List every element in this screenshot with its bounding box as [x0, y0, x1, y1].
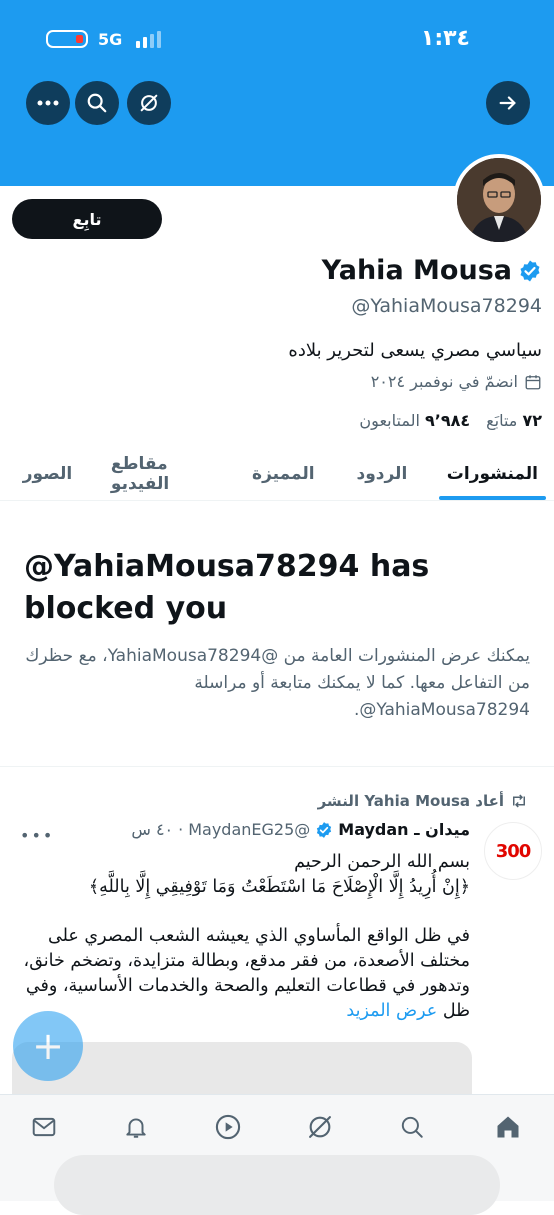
- search-button[interactable]: [75, 81, 119, 125]
- profile-name-row: Yahia Mousa: [322, 255, 542, 286]
- tab-replies[interactable]: الردود: [333, 448, 431, 500]
- status-time: ١:٣٤: [420, 26, 470, 51]
- nav-search[interactable]: [390, 1109, 434, 1145]
- nav-videos[interactable]: [206, 1109, 250, 1145]
- nav-messages[interactable]: [22, 1109, 66, 1145]
- grok-button[interactable]: [127, 81, 171, 125]
- nav-home[interactable]: [486, 1109, 530, 1145]
- followers-count: ٩٬٩٨٤: [424, 411, 471, 430]
- joined-date: انضمّ في نوفمبر ٢٠٢٤: [371, 372, 542, 391]
- follow-button[interactable]: تابِع: [12, 199, 162, 239]
- profile-tabs: المنشورات الردود المميزة مقاطع الفيديو ا…: [0, 448, 554, 501]
- grok-icon: [140, 94, 158, 112]
- post-more-icon[interactable]: •••: [20, 826, 54, 845]
- mail-icon: [32, 1117, 56, 1137]
- following-link[interactable]: ٧٢ متابَع: [486, 411, 542, 430]
- post-author-avatar[interactable]: 300: [484, 822, 542, 880]
- post-line-1: بسم الله الرحمن الرحيم: [294, 852, 470, 872]
- post-line-2: ﴿إِنْ أُرِيدُ إِلَّا الْإِصْلَاحَ مَا اس…: [88, 877, 470, 897]
- profile-handle: @YahiaMousa78294: [351, 295, 542, 317]
- nav-grok[interactable]: [298, 1109, 342, 1145]
- tab-photos[interactable]: الصور: [0, 448, 95, 500]
- network-label: 5G: [98, 30, 123, 49]
- verified-badge-icon: [520, 260, 540, 281]
- status-bar: 5G ١:٣٤: [0, 22, 554, 56]
- retweet-text: أعاد Yahia Mousa النشر: [317, 792, 504, 810]
- more-icon: [37, 100, 59, 106]
- post-time: ٤٠ س: [131, 820, 174, 839]
- joined-text: انضمّ في نوفمبر ٢٠٢٤: [370, 372, 518, 391]
- post-body: بسم الله الرحمن الرحيم ﴿إِنْ أُرِيدُ إِل…: [22, 850, 470, 1024]
- post-header: ميدان ـ Maydan @MaydanEG25 · ٤٠ س: [131, 820, 470, 839]
- arrow-right-icon: [499, 96, 516, 110]
- profile-bio: سياسي مصري يسعى لتحرير بلاده: [288, 340, 542, 361]
- follow-counts: ٧٢ متابَع ٩٬٩٨٤ المتابعون: [359, 411, 542, 430]
- calendar-icon: [525, 374, 541, 389]
- avatar-photo: [457, 158, 541, 242]
- back-button[interactable]: [486, 81, 530, 125]
- retweet-indicator: أعاد Yahia Mousa النشر: [318, 792, 528, 810]
- profile-avatar[interactable]: [453, 154, 545, 246]
- following-count: ٧٢: [522, 411, 542, 430]
- blocked-description: يمكنك عرض المنشورات العامة من @YahiaMous…: [25, 646, 530, 720]
- tab-highlights[interactable]: المميزة: [234, 448, 333, 500]
- home-icon: [497, 1116, 519, 1138]
- followers-link[interactable]: ٩٬٩٨٤ المتابعون: [359, 411, 470, 430]
- following-label: متابَع: [486, 411, 518, 430]
- divider: [0, 766, 554, 767]
- home-indicator: [54, 1155, 500, 1215]
- play-icon: [215, 1114, 241, 1140]
- retweet-icon: [513, 794, 525, 808]
- signal-icon: [136, 30, 164, 48]
- bottom-nav: [0, 1094, 554, 1215]
- post-author-name[interactable]: ميدان ـ Maydan: [338, 820, 470, 839]
- grok-icon: [309, 1116, 331, 1138]
- post-author-handle: @MaydanEG25: [188, 820, 311, 839]
- tab-videos[interactable]: مقاطع الفيديو: [95, 448, 234, 500]
- more-options-button[interactable]: [26, 81, 70, 125]
- followers-label: المتابعون: [359, 411, 420, 430]
- verified-badge-icon: [317, 821, 332, 838]
- profile-name: Yahia Mousa: [321, 255, 512, 286]
- tab-posts[interactable]: المنشورات: [431, 448, 554, 500]
- nav-notifications[interactable]: [114, 1109, 158, 1145]
- blocked-title: @YahiaMousa78294 has blocked you: [24, 549, 430, 626]
- search-icon: [87, 93, 107, 113]
- search-icon: [401, 1116, 423, 1138]
- bell-icon: [126, 1118, 146, 1138]
- battery-icon: [46, 30, 88, 48]
- compose-button[interactable]: +: [13, 1011, 83, 1081]
- show-more-link[interactable]: عرض المزيد: [346, 1001, 437, 1021]
